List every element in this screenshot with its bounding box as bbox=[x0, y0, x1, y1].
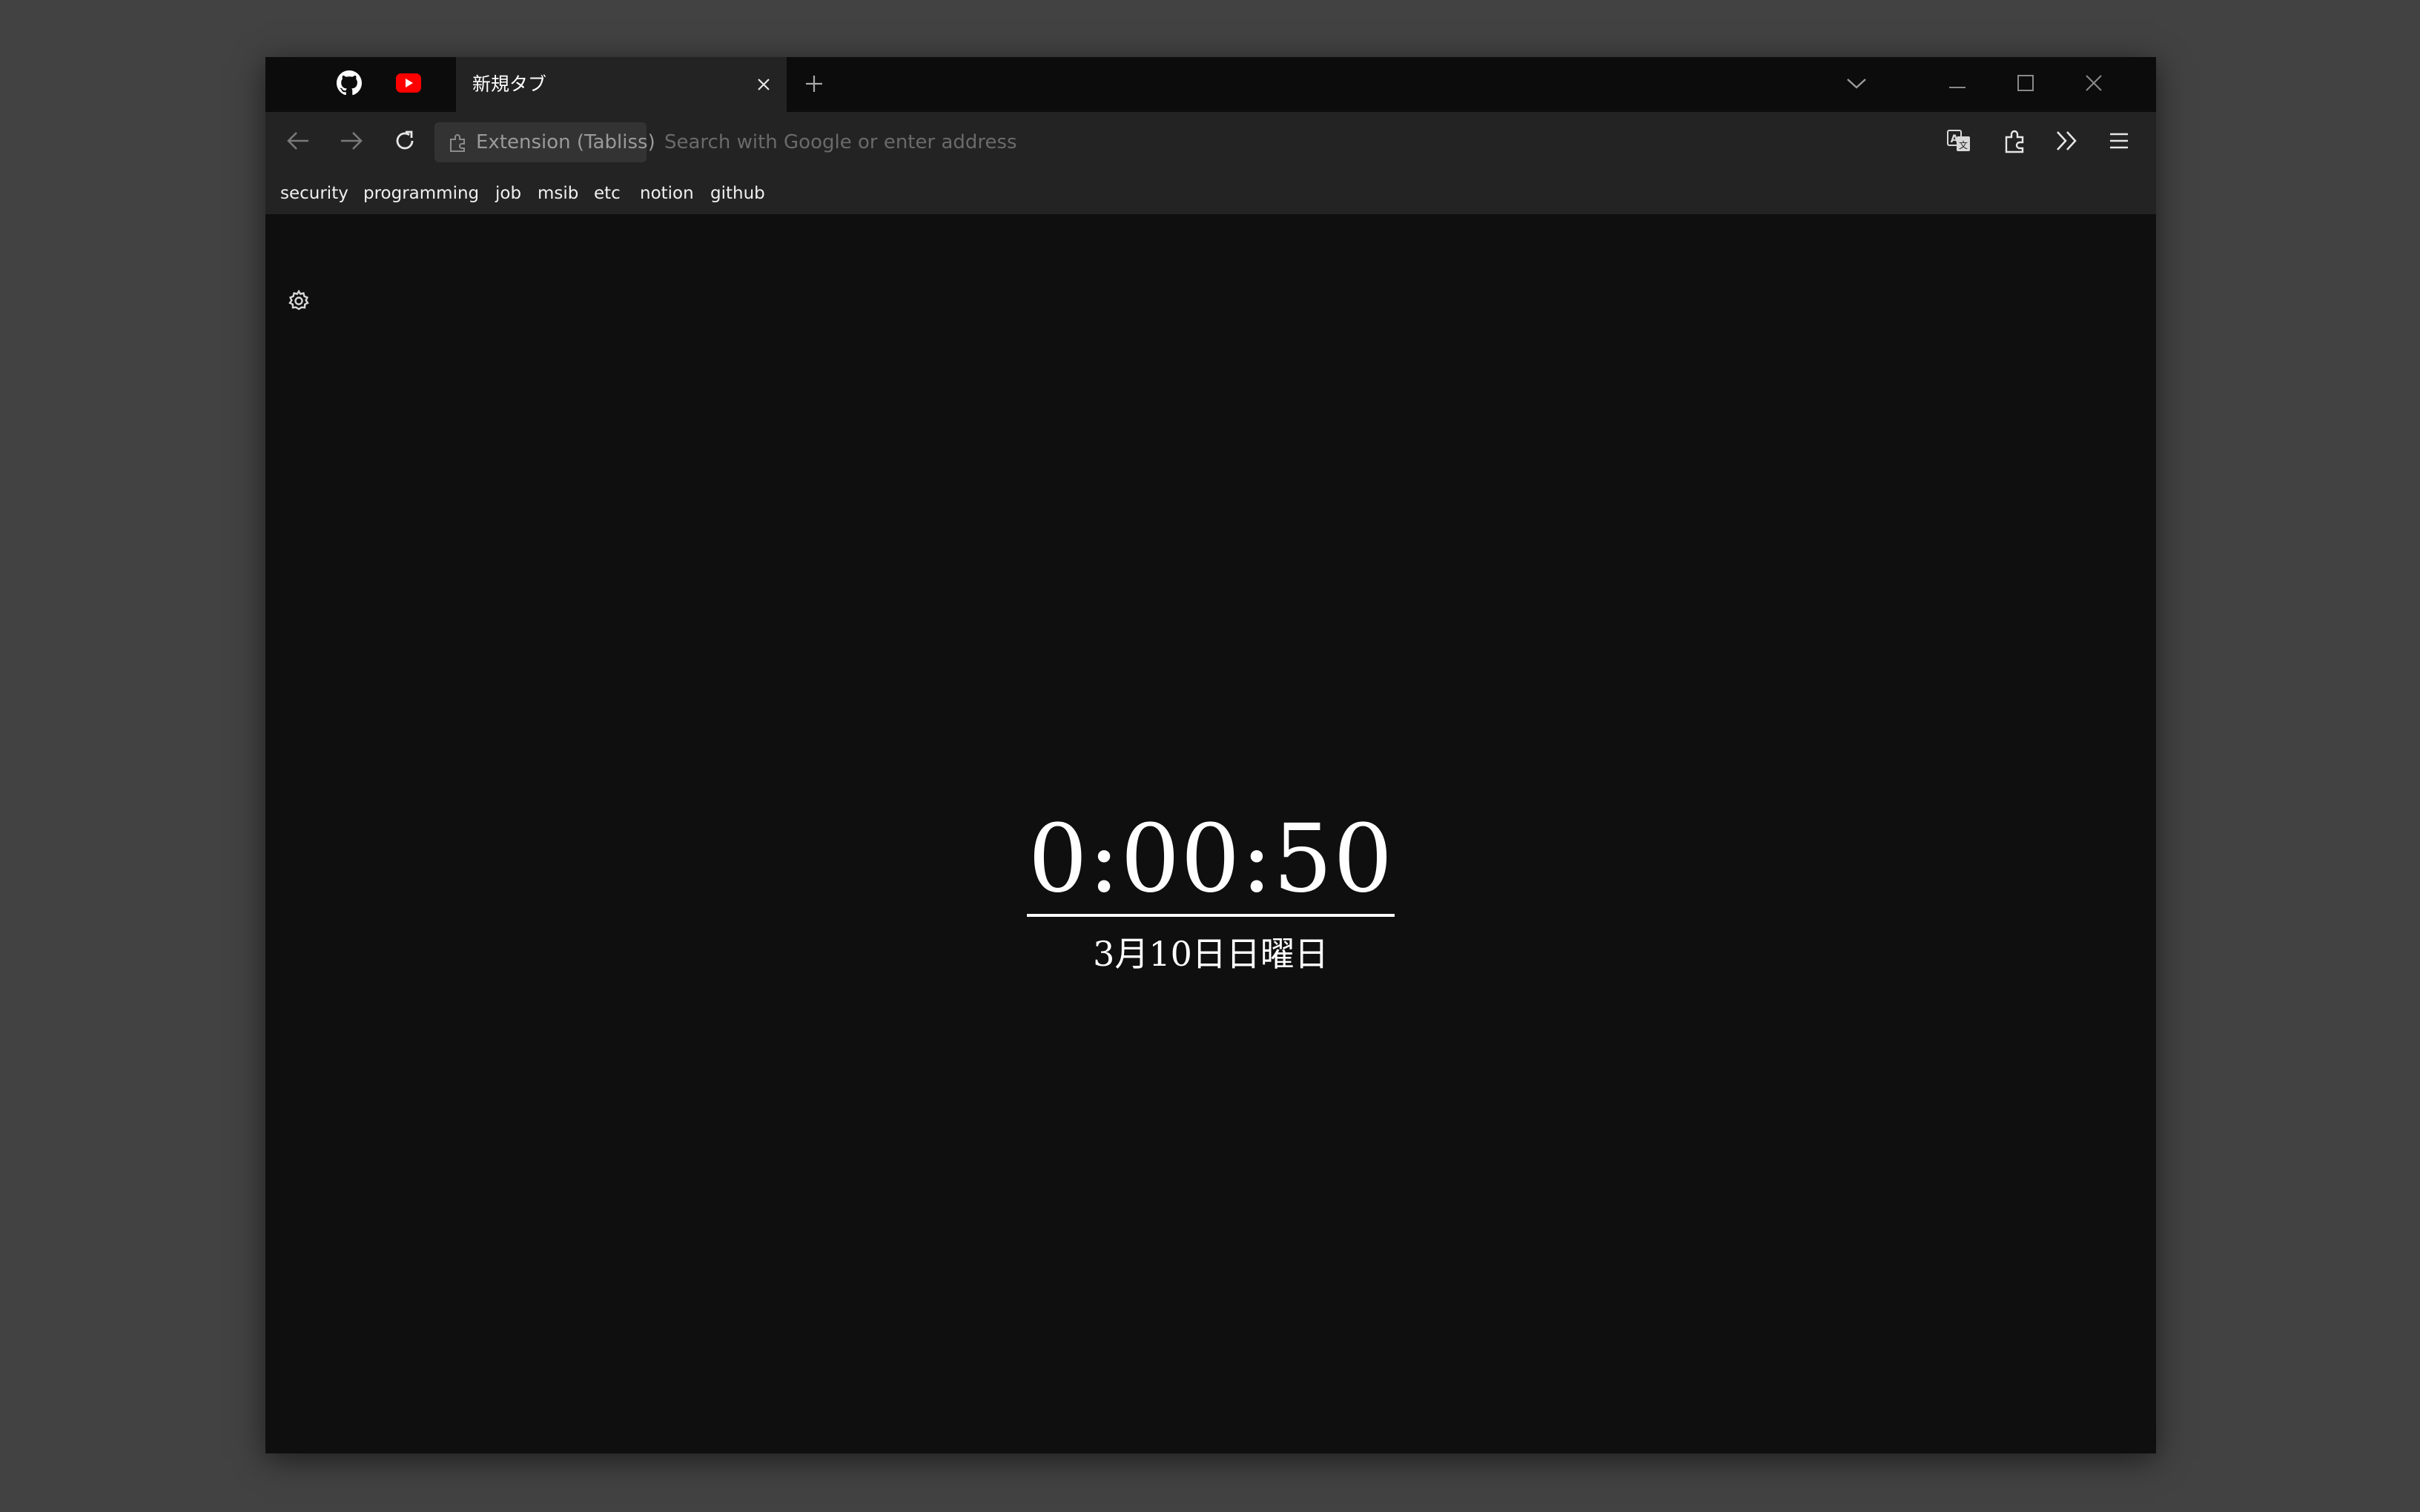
settings-button[interactable] bbox=[283, 287, 314, 318]
minimize-icon bbox=[1949, 78, 1966, 92]
url-bar: Extension (Tabliss) bbox=[434, 121, 1880, 164]
tab-close-icon[interactable] bbox=[751, 72, 776, 97]
reload-icon bbox=[393, 129, 417, 156]
bookmark-msib[interactable]: msib bbox=[538, 173, 578, 214]
identity-box[interactable]: Extension (Tabliss) bbox=[434, 122, 655, 162]
reload-button[interactable] bbox=[387, 125, 423, 160]
identity-label: Extension (Tabliss) bbox=[476, 131, 655, 153]
bookmark-etc[interactable]: etc bbox=[594, 173, 621, 214]
clock-date: 3月10日日曜日 bbox=[1093, 934, 1329, 974]
translate-button[interactable]: A文 bbox=[1940, 123, 1978, 162]
close-icon bbox=[2086, 75, 2102, 94]
address-input[interactable] bbox=[657, 122, 1858, 162]
forward-arrow-icon bbox=[340, 130, 363, 154]
plus-icon bbox=[804, 74, 824, 96]
bookmark-programming[interactable]: programming bbox=[363, 173, 479, 214]
page-content: 0:00:50 3月10日日曜日 bbox=[265, 214, 2156, 1453]
desktop-background: 新規タブ Extension (Tabliss) Search with Goo… bbox=[0, 0, 2420, 1512]
list-all-tabs-button[interactable] bbox=[1842, 70, 1871, 100]
extensions-button[interactable] bbox=[1996, 123, 2034, 162]
bookmarks-toolbar: security programming job msib etc notion… bbox=[265, 173, 2156, 214]
chevron-down-icon bbox=[1846, 77, 1867, 93]
back-button[interactable] bbox=[280, 125, 316, 160]
close-window-button[interactable] bbox=[2060, 57, 2128, 112]
app-menu-button[interactable] bbox=[2100, 123, 2138, 162]
pinned-tab-github[interactable] bbox=[320, 57, 378, 112]
bookmark-notion[interactable]: notion bbox=[640, 173, 694, 214]
gear-icon bbox=[287, 289, 311, 316]
extensions-icon bbox=[2003, 128, 2027, 156]
forward-button[interactable] bbox=[334, 125, 369, 160]
maximize-button[interactable] bbox=[1991, 57, 2060, 112]
translate-icon: A文 bbox=[1946, 128, 1971, 156]
clock-time: 0:00:50 bbox=[1026, 807, 1395, 917]
overflow-menu-button[interactable] bbox=[2048, 123, 2086, 162]
bookmark-security[interactable]: security bbox=[280, 173, 348, 214]
bookmark-job[interactable]: job bbox=[495, 173, 521, 214]
overflow-chevrons-icon bbox=[2055, 130, 2079, 155]
maximize-icon bbox=[2017, 75, 2034, 94]
tab-new-tab[interactable]: 新規タブ bbox=[456, 57, 787, 112]
tab-strip: 新規タブ bbox=[265, 57, 2156, 112]
puzzle-piece-icon bbox=[448, 132, 469, 156]
pinned-tab-youtube[interactable] bbox=[380, 57, 437, 112]
browser-window: 新規タブ Extension (Tabliss) Search with Goo… bbox=[265, 57, 2156, 1453]
svg-text:文: 文 bbox=[1959, 139, 1968, 150]
hamburger-menu-icon bbox=[2109, 131, 2129, 153]
bookmark-github[interactable]: github bbox=[710, 173, 765, 214]
minimize-button[interactable] bbox=[1923, 57, 1991, 112]
new-tab-button[interactable] bbox=[799, 70, 829, 100]
github-icon bbox=[337, 70, 362, 99]
tab-title: 新規タブ bbox=[472, 73, 547, 95]
clock-widget: 0:00:50 bbox=[265, 807, 2156, 917]
navigation-toolbar: Extension (Tabliss) A文 bbox=[265, 112, 2156, 173]
back-arrow-icon bbox=[286, 130, 310, 154]
youtube-icon bbox=[396, 73, 421, 96]
